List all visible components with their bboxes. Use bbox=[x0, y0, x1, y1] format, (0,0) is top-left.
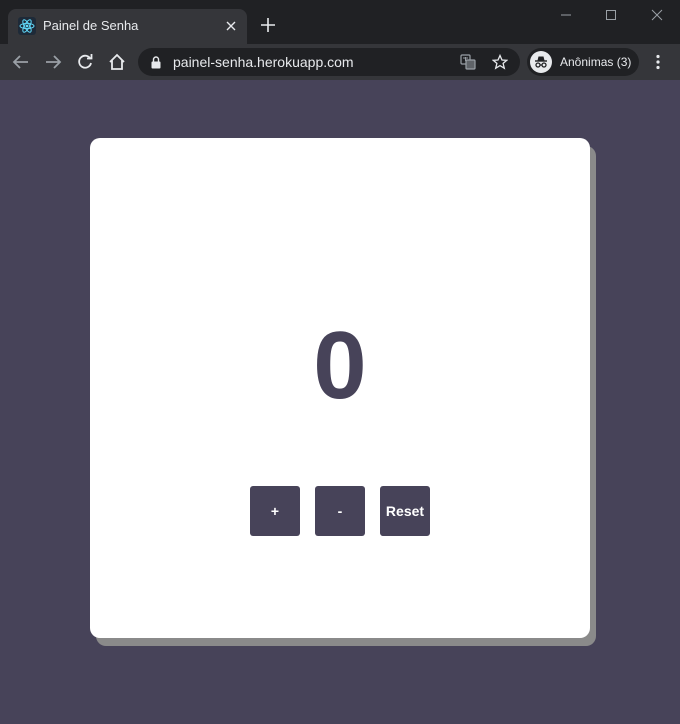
bookmark-star-icon[interactable] bbox=[491, 53, 509, 71]
profile-label: Anônimas (3) bbox=[560, 55, 632, 69]
decrement-button[interactable]: - bbox=[315, 486, 365, 536]
increment-button[interactable]: + bbox=[250, 486, 300, 536]
more-menu-icon[interactable] bbox=[648, 50, 668, 74]
url-text[interactable]: painel-senha.herokuapp.com bbox=[173, 54, 354, 70]
maximize-icon[interactable] bbox=[596, 4, 626, 26]
counter-display: 0 bbox=[313, 312, 367, 419]
reload-icon[interactable] bbox=[73, 50, 97, 74]
incognito-icon bbox=[530, 51, 552, 73]
page-viewport: 0 + - Reset bbox=[0, 80, 680, 724]
reset-button[interactable]: Reset bbox=[380, 486, 430, 536]
browser-tab[interactable]: Painel de Senha bbox=[8, 9, 247, 44]
browser-titlebar: Painel de Senha bbox=[0, 0, 680, 44]
counter-panel: 0 + - Reset bbox=[90, 138, 590, 638]
minimize-icon[interactable] bbox=[551, 4, 581, 26]
browser-toolbar: painel-senha.herokuapp.com Anônimas (3) bbox=[0, 44, 680, 80]
home-icon[interactable] bbox=[105, 50, 129, 74]
close-tab-icon[interactable] bbox=[222, 17, 240, 35]
forward-arrow-icon[interactable] bbox=[41, 50, 65, 74]
tab-title: Painel de Senha bbox=[43, 18, 139, 33]
translate-icon[interactable] bbox=[459, 53, 477, 71]
back-arrow-icon[interactable] bbox=[9, 50, 33, 74]
new-tab-icon[interactable] bbox=[258, 15, 278, 35]
react-icon bbox=[18, 17, 36, 35]
address-bar[interactable]: painel-senha.herokuapp.com bbox=[138, 48, 520, 76]
profile-button[interactable]: Anônimas (3) bbox=[527, 48, 639, 76]
close-window-icon[interactable] bbox=[642, 4, 672, 26]
lock-icon[interactable] bbox=[150, 56, 162, 69]
